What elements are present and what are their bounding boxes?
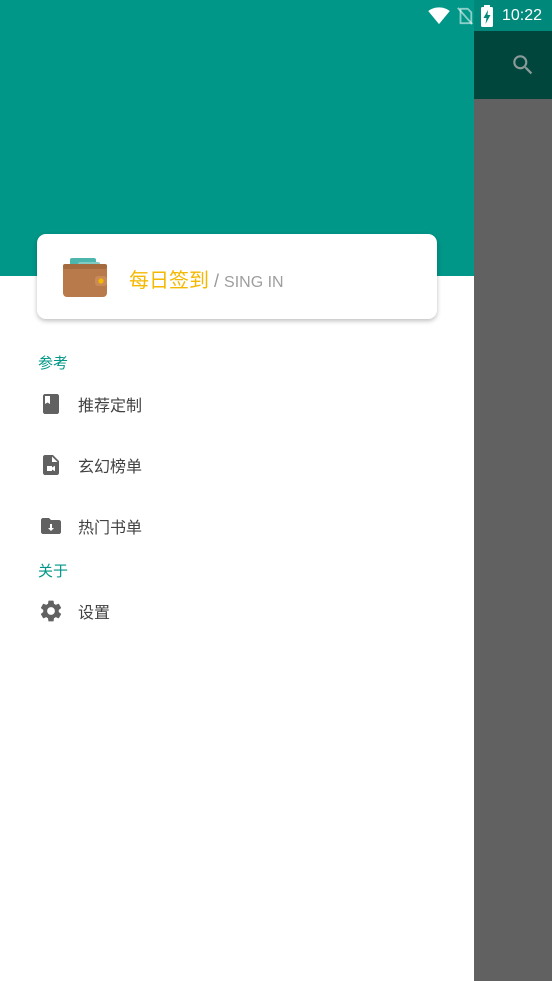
menu-item-label: 玄幻榜单 (78, 457, 143, 476)
menu-item-label: 推荐定制 (78, 396, 143, 415)
menu-item-settings[interactable]: 设置 (38, 591, 438, 631)
navigation-drawer: 每日签到 / SING IN 参考 推荐定制 玄幻榜单 热门书单 关于 设置 (0, 0, 474, 981)
menu-item-hot-booklist[interactable]: 热门书单 (38, 506, 438, 546)
search-icon[interactable] (510, 52, 536, 78)
menu-item-fantasy-rank[interactable]: 玄幻榜单 (38, 445, 438, 485)
wifi-icon (428, 7, 450, 25)
no-sim-icon (457, 7, 473, 25)
video-file-icon (38, 452, 64, 478)
daily-signin-card[interactable]: 每日签到 / SING IN (37, 234, 437, 319)
menu-item-label: 设置 (78, 603, 111, 622)
gear-icon (38, 598, 64, 624)
signin-subtitle: SING IN (224, 274, 284, 291)
section-label-reference: 参考 (38, 354, 69, 372)
scrim-overlay[interactable] (474, 0, 552, 981)
book-icon (38, 391, 64, 417)
battery-charging-icon (480, 5, 493, 27)
signin-title: 每日签到 (129, 268, 209, 292)
menu-item-recommend[interactable]: 推荐定制 (38, 384, 438, 424)
menu-item-label: 热门书单 (78, 518, 143, 537)
status-time: 10:22 (501, 7, 542, 24)
folder-download-icon (38, 513, 64, 539)
signin-separator: / (214, 271, 220, 291)
wallet-icon (63, 258, 107, 297)
section-label-about: 关于 (38, 562, 69, 580)
status-bar: 10:22 (0, 0, 552, 31)
